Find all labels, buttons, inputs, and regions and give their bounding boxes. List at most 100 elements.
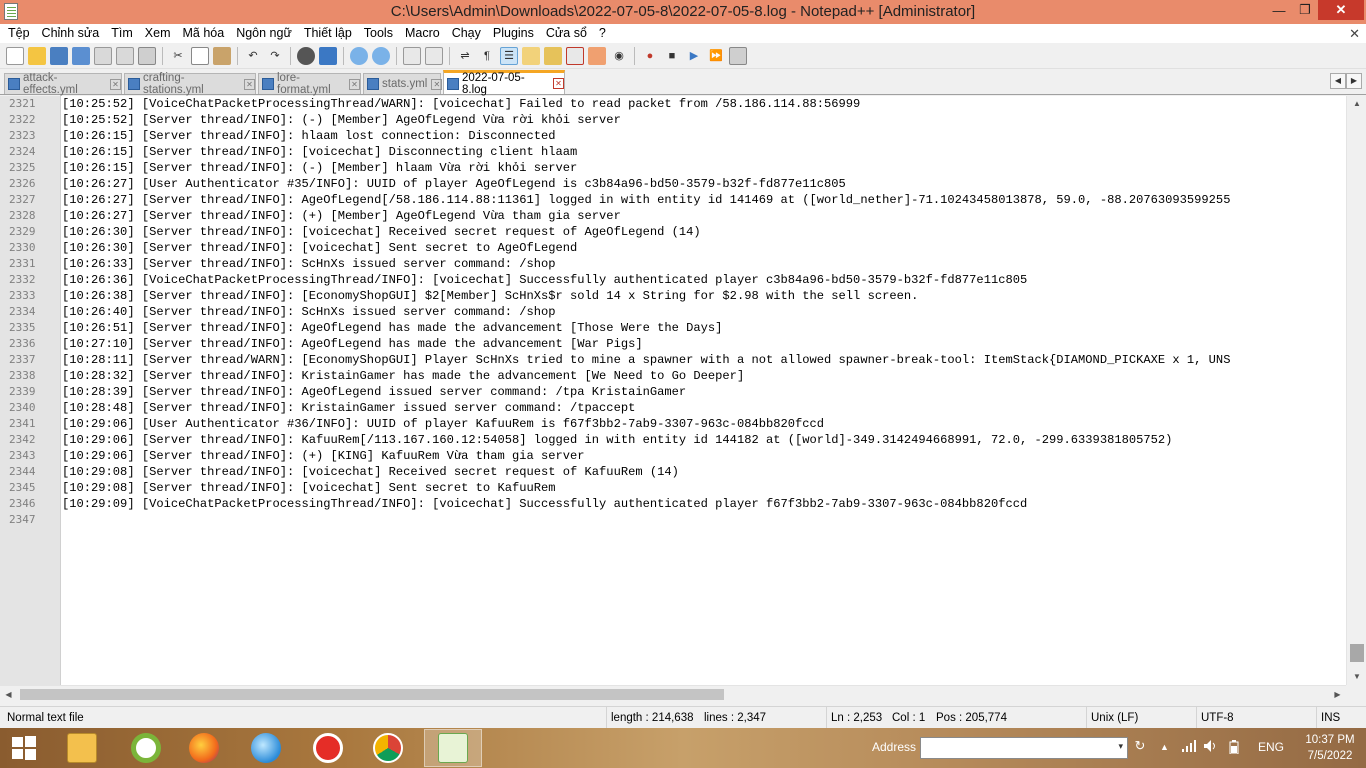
maximize-button[interactable]: ❐ (1292, 0, 1318, 20)
editor-line[interactable]: 2332 [10:26:36] [VoiceChatPacketProcessin… (0, 272, 1346, 288)
editor-line[interactable]: 2346 [10:29:09] [VoiceChatPacketProcessin… (0, 496, 1346, 512)
editor-line[interactable]: 2344 [10:29:08] [Server thread/INFO]: [vo… (0, 464, 1346, 480)
chrome-task[interactable] (362, 729, 414, 767)
scroll-right-icon[interactable]: ▶ (1329, 686, 1346, 703)
tab-scroll-right-icon[interactable]: ▶ (1346, 73, 1362, 89)
line-text[interactable]: [10:28:48] [Server thread/INFO]: Kristai… (61, 400, 635, 416)
title-bar[interactable]: C:\Users\Admin\Downloads\2022-07-05-8\20… (0, 0, 1366, 24)
language-icon[interactable] (522, 46, 540, 65)
vertical-scroll-thumb[interactable] (1350, 644, 1364, 662)
tab-close-icon[interactable]: ✕ (431, 78, 443, 90)
word-wrap-icon[interactable]: ⇌ (456, 47, 474, 65)
editor-line[interactable]: 2324 [10:26:15] [Server thread/INFO]: [vo… (0, 144, 1346, 160)
line-text[interactable]: [10:26:27] [Server thread/INFO]: AgeOfLe… (61, 192, 1230, 208)
editor-line[interactable]: 2322 [10:25:52] [Server thread/INFO]: (-)… (0, 112, 1346, 128)
editor-line[interactable]: 2321 [10:25:52] [VoiceChatPacketProcessin… (0, 96, 1346, 112)
line-text[interactable]: [10:26:30] [Server thread/INFO]: [voicec… (61, 224, 701, 240)
line-text[interactable]: [10:26:27] [Server thread/INFO]: (+) [Me… (61, 208, 621, 224)
line-text[interactable]: [10:29:08] [Server thread/INFO]: [voicec… (61, 480, 556, 496)
menu-search[interactable]: Tìm (105, 24, 139, 43)
editor-line[interactable]: 2333 [10:26:38] [Server thread/INFO]: [Ec… (0, 288, 1346, 304)
editor-line[interactable]: 2339 [10:28:39] [Server thread/INFO]: Age… (0, 384, 1346, 400)
line-text[interactable]: [10:28:11] [Server thread/WARN]: [Econom… (61, 352, 1230, 368)
chevron-down-icon[interactable]: ▾ (1118, 741, 1123, 752)
editor-line[interactable]: 2329 [10:26:30] [Server thread/INFO]: [vo… (0, 224, 1346, 240)
menu-tools[interactable]: Tools (358, 24, 399, 43)
line-text[interactable] (61, 512, 62, 528)
scroll-down-icon[interactable]: ▼ (1347, 669, 1366, 685)
menu-plugins[interactable]: Plugins (487, 24, 540, 43)
menu-encoding[interactable]: Mã hóa (176, 24, 230, 43)
tab-crafting-stations[interactable]: crafting-stations.yml ✕ (124, 72, 256, 96)
menu-language[interactable]: Ngôn ngữ (230, 24, 298, 43)
editor-line[interactable]: 2334 [10:26:40] [Server thread/INFO]: ScH… (0, 304, 1346, 320)
editor-line[interactable]: 2336 [10:27:10] [Server thread/INFO]: Age… (0, 336, 1346, 352)
close-document-icon[interactable]: ✕ (1349, 24, 1360, 43)
editor-line[interactable]: 2328 [10:26:27] [Server thread/INFO]: (+)… (0, 208, 1346, 224)
editor-line[interactable]: 2325 [10:26:15] [Server thread/INFO]: (-)… (0, 160, 1346, 176)
save-icon[interactable] (50, 46, 68, 65)
line-text[interactable]: [10:26:33] [Server thread/INFO]: ScHnXs … (61, 256, 556, 272)
tab-lore-format[interactable]: lore-format.yml ✕ (258, 72, 361, 96)
status-insert-mode[interactable]: INS (1316, 707, 1340, 729)
playback-macro-icon[interactable]: ▶ (685, 47, 703, 65)
menu-window[interactable]: Cửa sổ (540, 24, 593, 43)
notepad-plus-plus-task[interactable] (424, 729, 482, 767)
line-text[interactable]: [10:28:39] [Server thread/INFO]: AgeOfLe… (61, 384, 686, 400)
editor-line[interactable]: 2331 [10:26:33] [Server thread/INFO]: ScH… (0, 256, 1346, 272)
minimize-button[interactable]: — (1266, 0, 1292, 20)
scroll-up-icon[interactable]: ▲ (1347, 96, 1366, 112)
monitoring-icon[interactable]: ◉ (610, 47, 628, 65)
battery-icon[interactable] (1228, 740, 1240, 757)
volume-icon[interactable] (1204, 740, 1218, 755)
copy-icon[interactable] (191, 46, 209, 65)
youtube-music-task[interactable] (302, 729, 354, 767)
undo-icon[interactable]: ↶ (244, 47, 262, 65)
line-text[interactable]: [10:26:38] [Server thread/INFO]: [Econom… (61, 288, 918, 304)
open-file-icon[interactable] (28, 46, 46, 65)
horizontal-scrollbar[interactable]: ◀ ▶ (0, 685, 1346, 702)
menu-view[interactable]: Xem (139, 24, 177, 43)
line-text[interactable]: [10:26:51] [Server thread/INFO]: AgeOfLe… (61, 320, 722, 336)
stop-recording-icon[interactable]: ■ (663, 47, 681, 65)
editor-line[interactable]: 2345 [10:29:08] [Server thread/INFO]: [vo… (0, 480, 1346, 496)
horizontal-scroll-thumb[interactable] (20, 689, 724, 700)
line-text[interactable]: [10:29:06] [User Authenticator #36/INFO]… (61, 416, 824, 432)
close-all-icon[interactable] (116, 46, 134, 65)
browser-task[interactable] (240, 729, 292, 767)
input-language[interactable]: ENG (1258, 740, 1284, 754)
run-macro-multiple-icon[interactable]: ⏩ (707, 47, 725, 65)
editor-line[interactable]: 2342 [10:29:06] [Server thread/INFO]: Kaf… (0, 432, 1346, 448)
sync-horizontal-icon[interactable] (425, 46, 443, 65)
file-explorer-task[interactable] (56, 729, 108, 767)
cut-icon[interactable]: ✂ (169, 47, 187, 65)
line-text[interactable]: [10:26:40] [Server thread/INFO]: ScHnXs … (61, 304, 556, 320)
line-text[interactable]: [10:27:10] [Server thread/INFO]: AgeOfLe… (61, 336, 643, 352)
record-macro-icon[interactable]: ● (641, 47, 659, 65)
editor-line[interactable]: 2341 [10:29:06] [User Authenticator #36/I… (0, 416, 1346, 432)
find-icon[interactable] (297, 46, 315, 65)
menu-help[interactable]: ? (593, 24, 612, 43)
line-text[interactable]: [10:26:36] [VoiceChatPacketProcessingThr… (61, 272, 1027, 288)
tab-close-icon[interactable]: ✕ (553, 78, 564, 89)
line-text[interactable]: [10:26:15] [Server thread/INFO]: [voicec… (61, 144, 577, 160)
editor-line[interactable]: 2330 [10:26:30] [Server thread/INFO]: [vo… (0, 240, 1346, 256)
editor-line[interactable]: 2327 [10:26:27] [Server thread/INFO]: Age… (0, 192, 1346, 208)
status-encoding[interactable]: UTF-8 (1196, 707, 1234, 729)
menu-macro[interactable]: Macro (399, 24, 446, 43)
folder-workspace-icon[interactable] (588, 46, 606, 65)
menu-file[interactable]: Tệp (2, 24, 36, 43)
close-file-icon[interactable] (94, 46, 112, 65)
show-all-characters-icon[interactable]: ¶ (478, 47, 496, 65)
zoom-in-icon[interactable] (350, 46, 368, 65)
line-text[interactable]: [10:26:15] [Server thread/INFO]: hlaam l… (61, 128, 556, 144)
firefox-task[interactable] (178, 729, 230, 767)
tab-close-icon[interactable]: ✕ (110, 78, 121, 90)
editor-line[interactable]: 2335 [10:26:51] [Server thread/INFO]: Age… (0, 320, 1346, 336)
editor-line[interactable]: 2337 [10:28:11] [Server thread/WARN]: [Ec… (0, 352, 1346, 368)
zoom-out-icon[interactable] (372, 46, 390, 65)
clock[interactable]: 10:37 PM 7/5/2022 (1296, 732, 1364, 764)
text-area[interactable]: 2321 [10:25:52] [VoiceChatPacketProcessin… (0, 96, 1346, 685)
editor-line[interactable]: 2340 [10:28:48] [Server thread/INFO]: Kri… (0, 400, 1346, 416)
line-text[interactable]: [10:25:52] [VoiceChatPacketProcessingThr… (61, 96, 860, 112)
